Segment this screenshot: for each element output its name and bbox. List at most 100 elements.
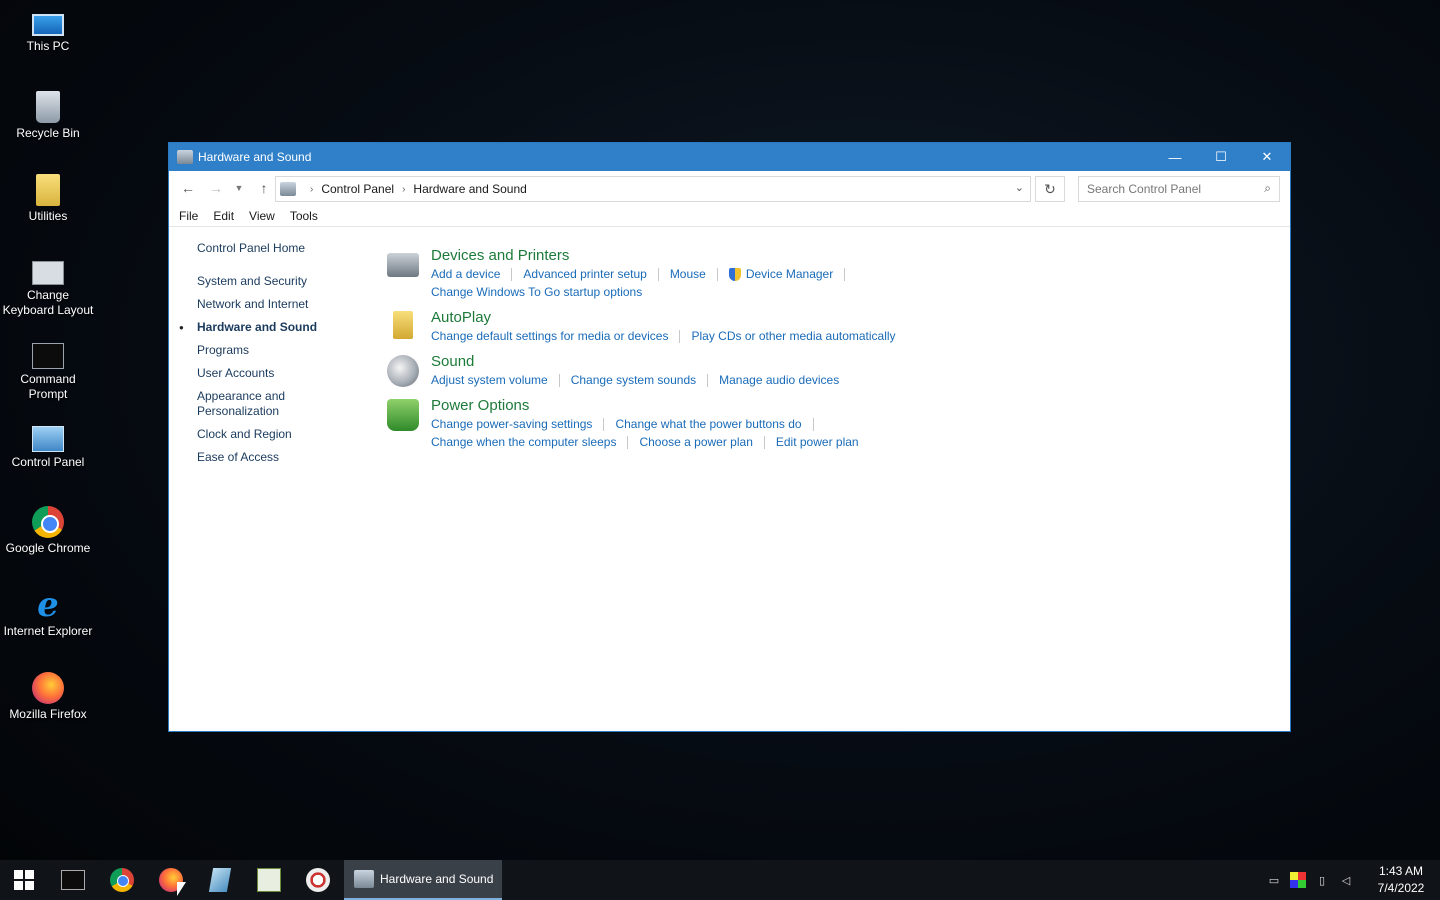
link-advanced-printer-setup[interactable]: Advanced printer setup — [523, 265, 646, 283]
taskbar-app-chrome[interactable] — [97, 860, 146, 900]
maximize-button[interactable]: ☐ — [1198, 143, 1244, 171]
sidebar-item-system-and-security[interactable]: System and Security — [197, 274, 367, 289]
control-panel-icon — [354, 870, 374, 888]
clock-date: 7/4/2022 — [1377, 881, 1425, 895]
minimize-button[interactable]: — — [1152, 143, 1198, 171]
separator — [679, 329, 681, 343]
desktop-icon-command-prompt[interactable]: Command Prompt — [0, 340, 96, 402]
volume-muted-icon[interactable]: ◁ — [1338, 872, 1354, 888]
menu-edit[interactable]: Edit — [213, 209, 234, 223]
link-play-cds-automatically[interactable]: Play CDs or other media automatically — [691, 327, 895, 345]
menu-tools[interactable]: Tools — [290, 209, 318, 223]
computer-icon — [32, 14, 64, 36]
taskbar-app-firefox[interactable] — [146, 860, 195, 900]
chevron-down-icon[interactable]: ⌄ — [1015, 181, 1024, 194]
command-prompt-icon — [60, 870, 85, 890]
taskbar-app-notepad[interactable] — [195, 860, 244, 900]
paint-icon — [305, 868, 330, 892]
refresh-button[interactable]: ↻ — [1035, 176, 1065, 202]
address-bar-row: ← → ▼ ↑ › Control Panel › Hardware and S… — [169, 171, 1290, 205]
clock[interactable]: 1:43 AM 7/4/2022 — [1366, 863, 1436, 897]
link-adjust-system-volume[interactable]: Adjust system volume — [431, 371, 548, 389]
sidebar-item-network-and-internet[interactable]: Network and Internet — [197, 297, 367, 312]
section-title-autoplay[interactable]: AutoPlay — [431, 309, 1267, 327]
section-title-devices-and-printers[interactable]: Devices and Printers — [431, 247, 1267, 265]
close-button[interactable]: ✕ — [1244, 143, 1290, 171]
section-devices-and-printers: Devices and Printers Add a device Advanc… — [387, 247, 1267, 301]
desktop-icon-google-chrome[interactable]: Google Chrome — [0, 506, 96, 556]
search-input[interactable] — [1087, 182, 1257, 196]
sidebar-item-appearance-and-personalization[interactable]: Appearance and Personalization — [197, 389, 307, 419]
link-manage-audio-devices[interactable]: Manage audio devices — [719, 371, 839, 389]
desktop-icon-label: Utilities — [28, 209, 68, 223]
desktop-icon-label: Command Prompt — [20, 372, 76, 401]
desktop-icon-utilities[interactable]: Utilities — [0, 174, 96, 224]
desktop-icon-label: Recycle Bin — [16, 126, 80, 140]
desktop-icon-control-panel[interactable]: Control Panel — [0, 423, 96, 470]
taskbar: Hardware and Sound ▭ ▯ ◁ 1:43 AM 7/4/202… — [0, 860, 1440, 900]
link-change-power-saving-settings[interactable]: Change power-saving settings — [431, 415, 592, 433]
link-change-windows-to-go-startup-options[interactable]: Change Windows To Go startup options — [431, 283, 642, 301]
printer-icon — [387, 253, 419, 277]
up-button[interactable]: ↑ — [253, 177, 275, 199]
breadcrumb-hardware-and-sound[interactable]: Hardware and Sound — [413, 182, 526, 196]
sidebar-item-hardware-and-sound[interactable]: Hardware and Sound — [179, 320, 367, 335]
sidebar-item-clock-and-region[interactable]: Clock and Region — [197, 427, 367, 442]
power-options-icon — [387, 399, 419, 431]
sidebar-item-ease-of-access[interactable]: Ease of Access — [197, 450, 367, 465]
link-change-when-computer-sleeps[interactable]: Change when the computer sleeps — [431, 433, 616, 451]
start-button[interactable] — [0, 860, 48, 900]
taskbar-app-command-prompt[interactable] — [48, 860, 97, 900]
back-button[interactable]: ← — [177, 177, 199, 199]
search-icon[interactable]: ⌕ — [1264, 181, 1271, 196]
separator — [716, 267, 718, 281]
desktop-icon-internet-explorer[interactable]: e Internet Explorer — [0, 588, 96, 639]
address-bar[interactable]: › Control Panel › Hardware and Sound ⌄ — [275, 176, 1031, 202]
recent-locations-button[interactable]: ▼ — [233, 177, 245, 199]
link-change-default-settings-for-media[interactable]: Change default settings for media or dev… — [431, 327, 668, 345]
breadcrumb-control-panel[interactable]: Control Panel — [321, 182, 394, 196]
section-autoplay: AutoPlay Change default settings for med… — [387, 309, 1267, 345]
title-bar[interactable]: Hardware and Sound — ☐ ✕ — [169, 143, 1290, 171]
sidebar-item-control-panel-home[interactable]: Control Panel Home — [197, 241, 367, 256]
link-mouse[interactable]: Mouse — [670, 265, 706, 283]
link-add-a-device[interactable]: Add a device — [431, 265, 500, 283]
desktop-icon-this-pc[interactable]: This PC — [0, 8, 96, 54]
forward-button[interactable]: → — [205, 177, 227, 199]
menu-view[interactable]: View — [249, 209, 275, 223]
taskbar-app-chart[interactable] — [244, 860, 293, 900]
desktop-icon-label: Control Panel — [11, 455, 85, 469]
sidebar-item-user-accounts[interactable]: User Accounts — [197, 366, 367, 381]
control-panel-icon — [177, 150, 193, 164]
menu-bar: File Edit View Tools — [169, 205, 1290, 227]
separator — [511, 267, 513, 281]
chevron-right-icon[interactable]: › — [402, 184, 405, 195]
separator — [627, 435, 629, 449]
desktop-icon-label: This PC — [26, 39, 70, 53]
section-links: Add a device Advanced printer setup Mous… — [431, 265, 1267, 301]
section-title-sound[interactable]: Sound — [431, 353, 1267, 371]
section-title-power-options[interactable]: Power Options — [431, 397, 1267, 415]
taskbar-task-hardware-and-sound[interactable]: Hardware and Sound — [344, 860, 502, 900]
desktop-icon-mozilla-firefox[interactable]: Mozilla Firefox — [0, 672, 96, 722]
sidebar: Control Panel Home System and Security N… — [179, 241, 367, 473]
link-choose-a-power-plan[interactable]: Choose a power plan — [639, 433, 752, 451]
battery-icon[interactable]: ▯ — [1314, 872, 1330, 888]
search-box[interactable]: ⌕ — [1078, 176, 1280, 202]
window-body: Control Panel Home System and Security N… — [169, 227, 1290, 732]
chevron-right-icon[interactable]: › — [310, 184, 313, 195]
control-panel-icon — [280, 182, 296, 196]
link-edit-power-plan[interactable]: Edit power plan — [776, 433, 859, 451]
chrome-icon — [109, 868, 134, 892]
link-change-system-sounds[interactable]: Change system sounds — [571, 371, 696, 389]
desktop-icon-label: Internet Explorer — [3, 624, 93, 638]
taskbar-app-paint[interactable] — [293, 860, 342, 900]
network-icon[interactable]: ▭ — [1266, 872, 1282, 888]
menu-file[interactable]: File — [179, 209, 198, 223]
color-app-icon[interactable] — [1290, 872, 1306, 888]
desktop-icon-change-keyboard-layout[interactable]: Change Keyboard Layout — [0, 257, 96, 318]
link-change-power-buttons[interactable]: Change what the power buttons do — [615, 415, 801, 433]
desktop-icon-recycle-bin[interactable]: Recycle Bin — [0, 91, 96, 141]
sidebar-item-programs[interactable]: Programs — [197, 343, 367, 358]
link-device-manager[interactable]: Device Manager — [746, 265, 833, 283]
